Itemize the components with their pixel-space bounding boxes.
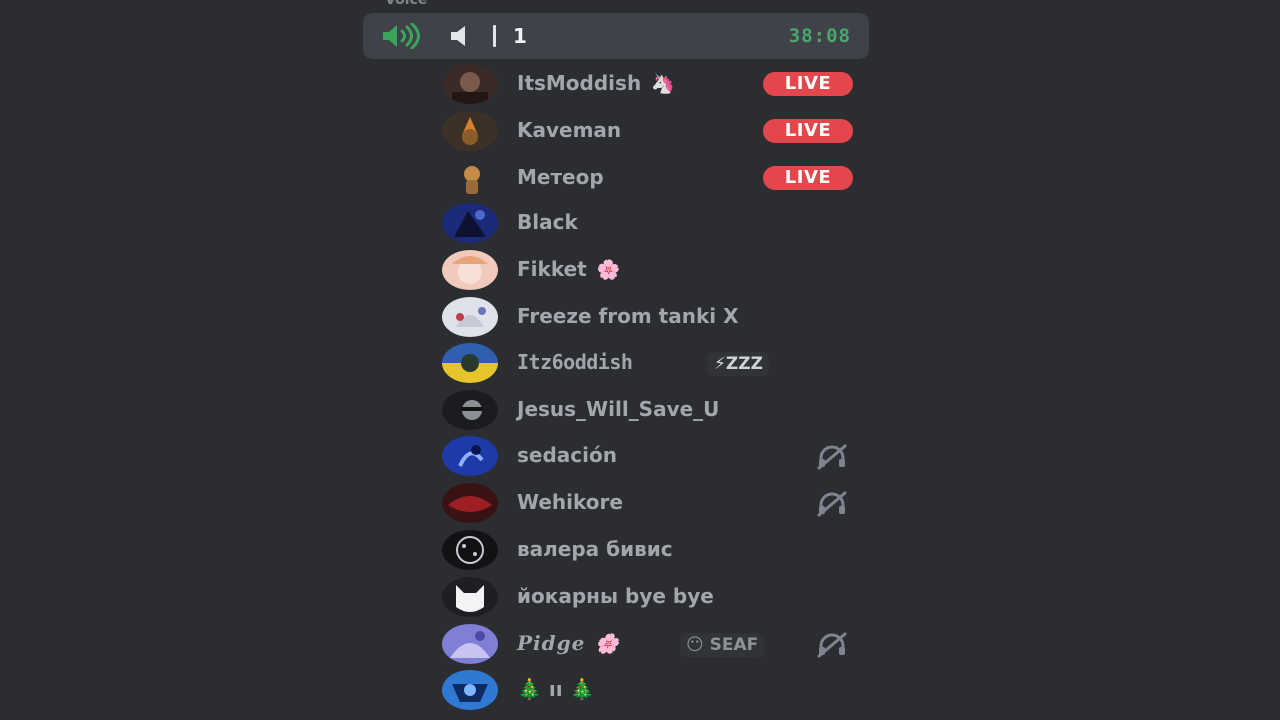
avatar (442, 343, 498, 383)
speaker-icon[interactable] (449, 25, 475, 47)
user-count: 1 (513, 24, 527, 48)
speaker-active-icon (383, 23, 420, 49)
live-badge: LIVE (763, 166, 853, 190)
voice-user-row[interactable]: Freeze from tanki X (440, 295, 860, 339)
avatar (442, 158, 498, 198)
avatar (442, 483, 498, 523)
flower-icon: 🌸 (595, 633, 621, 655)
avatar (442, 670, 498, 710)
username: Kaveman (517, 118, 622, 142)
live-badge: LIVE (763, 72, 853, 96)
voice-user-row[interactable]: Jesus_Will_Save_U (440, 388, 860, 432)
username: Jesus_Will_Save_U (517, 397, 720, 421)
voice-user-row[interactable]: ItsModdish 🦄 LIVE (440, 62, 860, 106)
username: йокарны bye bye (517, 584, 714, 608)
username: Pidge 🌸 (517, 631, 621, 655)
voice-user-row[interactable]: Метеор LIVE (440, 156, 860, 200)
deafened-icon (817, 491, 847, 517)
username: sedación (517, 443, 617, 467)
voice-user-row[interactable]: Kaveman LIVE (440, 109, 860, 153)
deafened-icon (817, 444, 847, 470)
username: Freeze from tanki X (517, 304, 739, 328)
username: ItsModdish 🦄 (517, 71, 675, 95)
voice-user-row[interactable]: 🎄 ıı 🎄 (440, 668, 860, 712)
voice-user-row[interactable]: йокарны bye bye (440, 575, 860, 619)
voice-user-row[interactable]: валера бивис (440, 528, 860, 572)
voice-user-row[interactable]: Fikket 🌸 (440, 248, 860, 292)
avatar (442, 111, 498, 151)
voice-channel-header[interactable]: 1 38:08 (363, 13, 869, 59)
call-timer: 38:08 (788, 25, 851, 47)
username: Black (517, 210, 578, 234)
custom-status: 😶 SEAF (680, 633, 765, 657)
avatar (442, 577, 498, 617)
username: Fikket 🌸 (517, 257, 621, 281)
unicorn-icon: 🦄 (651, 73, 675, 95)
username: Itz6oddish (517, 350, 633, 374)
flower-icon: 🌸 (596, 259, 621, 281)
voice-user-row[interactable]: Itz6oddish ⚡ZZZ (440, 341, 860, 385)
username: Метеор (517, 165, 604, 189)
avatar (442, 624, 498, 664)
username: 🎄 ıı 🎄 (517, 677, 595, 701)
avatar (442, 64, 498, 104)
voice-user-row[interactable]: Black (440, 201, 860, 245)
deafened-icon (817, 632, 847, 658)
avatar (442, 436, 498, 476)
custom-status: ⚡ZZZ (708, 352, 769, 376)
voice-user-row[interactable]: Wehikore (440, 481, 860, 525)
voice-user-row[interactable]: sedación (440, 434, 860, 478)
avatar (442, 203, 498, 243)
avatar (442, 297, 498, 337)
top-fragment: Voice (385, 0, 428, 8)
avatar (442, 390, 498, 430)
username: валера бивис (517, 537, 673, 561)
voice-user-row[interactable]: Pidge 🌸 😶 SEAF (440, 622, 860, 666)
live-badge: LIVE (763, 119, 853, 143)
avatar (442, 250, 498, 290)
username: Wehikore (517, 490, 623, 514)
avatar (442, 530, 498, 570)
header-divider (493, 25, 496, 47)
